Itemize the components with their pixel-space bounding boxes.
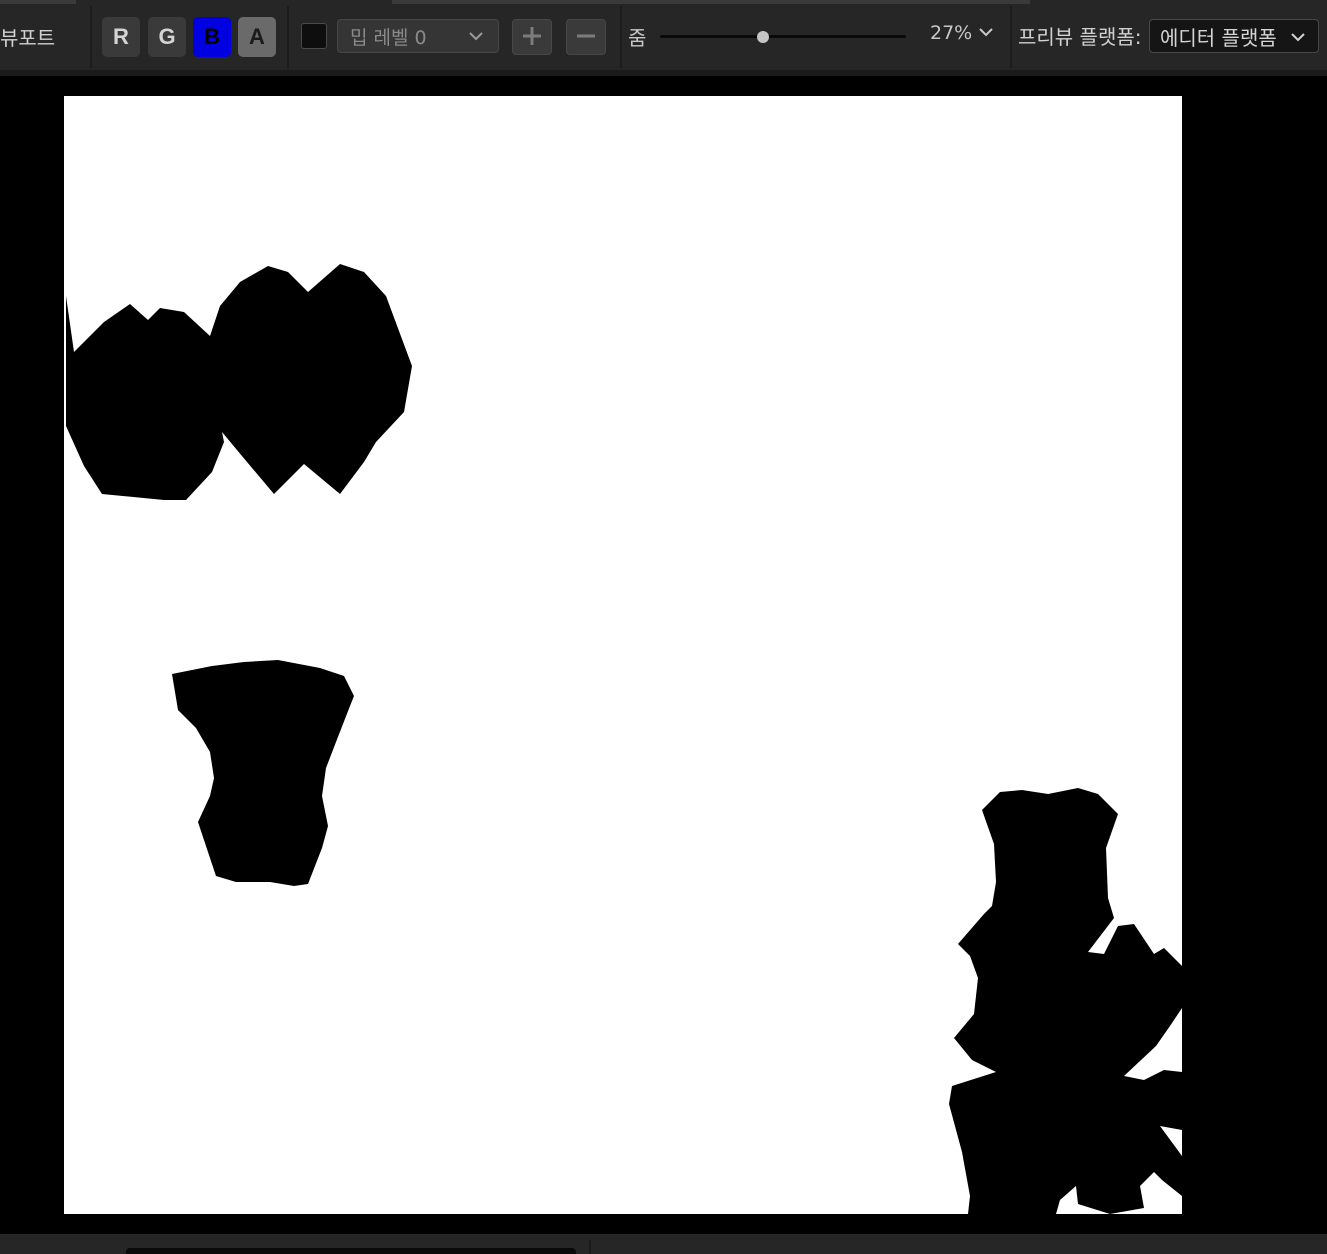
zoom-slider[interactable] — [660, 35, 906, 38]
viewer-toolbar: 뷰포트 R G B A 밉 레벨 0 줌 27% 프리뷰 플랫폼: 에디터 플랫… — [0, 0, 1327, 76]
tab-strip-highlight — [392, 0, 1030, 4]
mip-increase-button[interactable] — [512, 19, 552, 55]
toolbar-divider — [1010, 6, 1012, 68]
minus-icon — [575, 20, 597, 55]
chevron-down-icon — [468, 27, 484, 50]
bottom-panel-bar — [0, 1234, 1327, 1254]
zoom-dropdown[interactable]: 27% — [930, 22, 994, 44]
chevron-down-icon — [978, 22, 994, 44]
texture-shape — [66, 264, 412, 500]
channel-a-toggle[interactable]: A — [238, 17, 276, 57]
mip-level-dropdown[interactable]: 밉 레벨 0 — [337, 19, 499, 53]
zoom-slider-thumb[interactable] — [757, 31, 770, 43]
chevron-down-icon — [1290, 27, 1306, 51]
preview-platform-value: 에디터 플랫폼 — [1160, 25, 1277, 50]
mip-level-value: 밉 레벨 0 — [350, 26, 427, 49]
toolbar-divider — [90, 6, 92, 68]
preview-platform-label: 프리뷰 플랫폼: — [1018, 25, 1142, 49]
panel-divider — [589, 1240, 591, 1254]
preview-platform-dropdown[interactable]: 에디터 플랫폼 — [1149, 19, 1319, 53]
texture-preview-canvas[interactable] — [64, 96, 1182, 1214]
zoom-label: 줌 — [628, 26, 647, 50]
texture-shape — [172, 660, 354, 886]
toolbar-divider — [620, 6, 622, 68]
texture-image — [66, 264, 1182, 1214]
plus-icon — [521, 20, 543, 55]
tab-strip-highlight — [0, 0, 76, 4]
mip-decrease-button[interactable] — [566, 19, 606, 55]
channel-g-toggle[interactable]: G — [148, 17, 186, 57]
viewport-menu[interactable]: 뷰포트 — [0, 22, 55, 51]
channel-r-toggle[interactable]: R — [102, 17, 140, 57]
zoom-value: 27% — [930, 22, 973, 44]
toolbar-divider — [287, 6, 289, 68]
channel-b-toggle[interactable]: B — [193, 17, 231, 57]
bottom-panel-tab[interactable] — [126, 1248, 576, 1254]
texture-shape — [949, 788, 1182, 1214]
background-color-swatch[interactable] — [301, 23, 327, 49]
